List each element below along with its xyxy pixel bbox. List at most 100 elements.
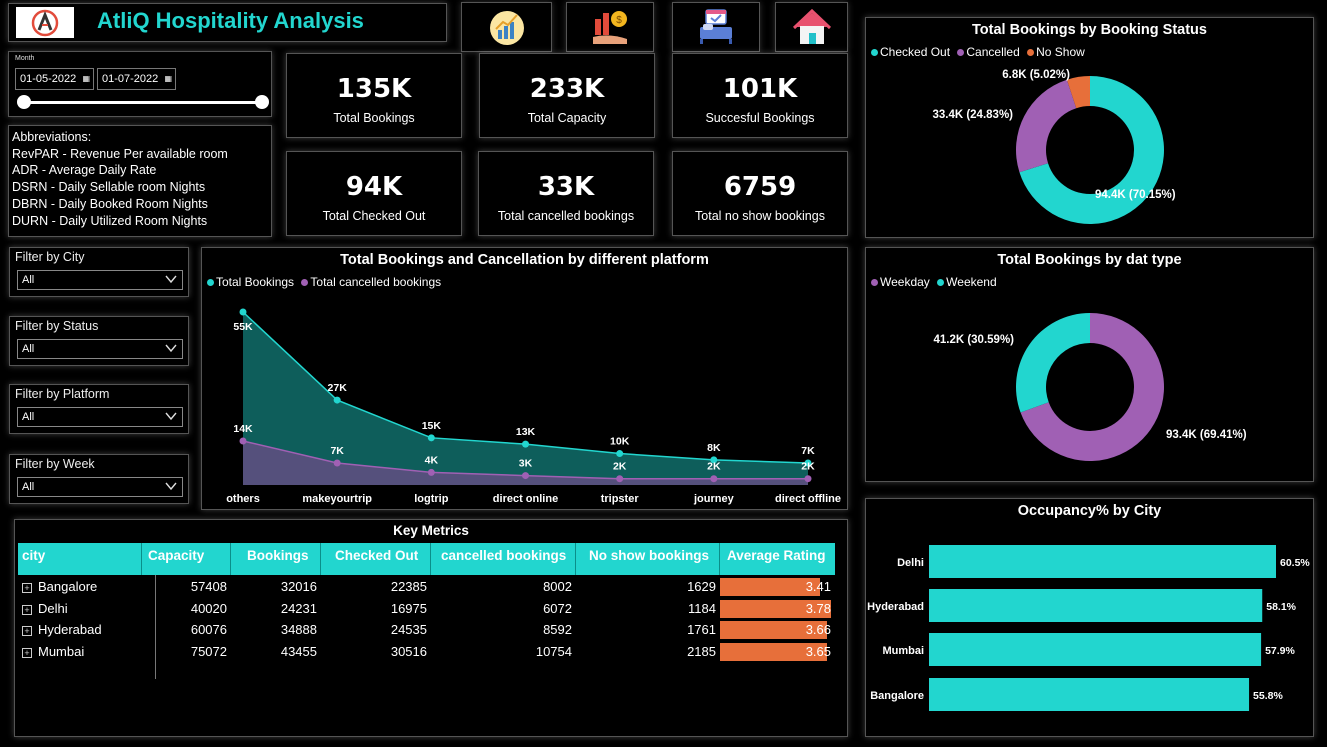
column-header-city[interactable]: city bbox=[18, 543, 142, 575]
expand-icon[interactable]: + bbox=[22, 647, 32, 658]
cancelled-point bbox=[616, 475, 624, 483]
y-tick-label: Mumbai bbox=[882, 645, 924, 657]
home-icon[interactable] bbox=[775, 2, 848, 52]
kpi-card-cancelled: 33K Total cancelled bookings bbox=[478, 151, 654, 236]
cancelled-point bbox=[427, 468, 435, 476]
metric-cell: 32016 bbox=[280, 579, 317, 594]
start-date-value: 01-05-2022 bbox=[20, 73, 77, 85]
chevron-down-icon[interactable] bbox=[165, 342, 177, 354]
chevron-down-icon[interactable] bbox=[165, 273, 177, 285]
metric-cell: 22385 bbox=[390, 579, 427, 594]
cancelled-label: 4K bbox=[425, 454, 439, 466]
abbreviation-item: ADR - Average Daily Rate bbox=[12, 163, 157, 178]
column-header-capacity[interactable]: Capacity bbox=[142, 543, 231, 575]
title-bar: AtliQ Hospitality Analysis bbox=[8, 3, 447, 42]
growth-chart-icon[interactable] bbox=[461, 2, 552, 52]
cancelled-label: 2K bbox=[613, 461, 627, 473]
expand-icon[interactable]: + bbox=[22, 626, 32, 636]
city-name: Bangalore bbox=[38, 579, 98, 594]
donut-data-label: 33.4K (24.83%) bbox=[932, 109, 1013, 121]
x-tick-label: direct online bbox=[493, 493, 558, 505]
calendar-icon[interactable]: ▦ bbox=[164, 74, 172, 83]
slider-start-handle[interactable] bbox=[17, 95, 31, 109]
calendar-icon[interactable]: ▦ bbox=[82, 74, 90, 83]
kpi-value: 135K bbox=[336, 74, 412, 104]
total-bookings-label: 27K bbox=[328, 382, 348, 394]
table-row[interactable]: + Delhi 40020 24231 16975 6072 1184 3.78 bbox=[18, 598, 835, 619]
total-bookings-label: 7K bbox=[801, 445, 815, 457]
metric-cell: 40020 bbox=[190, 600, 227, 616]
total-bookings-label: 55K bbox=[233, 321, 253, 333]
status-dropdown[interactable]: All bbox=[17, 339, 183, 359]
start-date-input[interactable]: 01-05-2022 ▦ bbox=[15, 68, 94, 90]
month-label: Month bbox=[15, 55, 35, 62]
x-tick-label: journey bbox=[693, 493, 735, 505]
total-bookings-label: 13K bbox=[516, 426, 536, 438]
money-bars-icon[interactable]: $ bbox=[566, 2, 654, 52]
rating-cell: 3.41 bbox=[720, 576, 835, 597]
total-bookings-point bbox=[333, 396, 341, 404]
chevron-down-icon[interactable] bbox=[165, 480, 177, 492]
bar-data-label: 57.9% bbox=[1265, 645, 1295, 657]
table-row[interactable]: + Mumbai 75072 43455 30516 10754 2185 3.65 bbox=[18, 641, 835, 662]
bar-data-label: 55.8% bbox=[1253, 690, 1283, 702]
hotel-bed-icon[interactable] bbox=[672, 2, 760, 52]
cancelled-point bbox=[239, 437, 247, 445]
column-header-no-show[interactable]: No show bookings bbox=[576, 543, 720, 575]
occupancy-bar-chart: Occupancy% by City Delhi 60.5% Hyderabad 58… bbox=[865, 498, 1314, 737]
x-tick-label: logtrip bbox=[414, 493, 448, 505]
metric-cell: 10754 bbox=[535, 643, 572, 659]
column-header-checked-out[interactable]: Checked Out bbox=[321, 543, 431, 575]
column-header-rating[interactable]: Average Rating bbox=[720, 543, 835, 575]
rating-cell: 3.66 bbox=[720, 619, 835, 640]
table-row[interactable]: + Hyderabad 60076 34888 24535 8592 1761 3.66 bbox=[18, 619, 835, 640]
donut-data-label: 94.4K (70.15%) bbox=[1095, 189, 1176, 201]
column-header-cancelled[interactable]: cancelled bookings bbox=[431, 543, 576, 575]
metric-cell: 1629 bbox=[687, 579, 716, 594]
metric-cell: 6072 bbox=[543, 600, 572, 616]
metric-cell: 24231 bbox=[280, 600, 317, 616]
total-bookings-point bbox=[522, 440, 529, 448]
kpi-card-total-bookings: 135K Total Bookings bbox=[286, 53, 462, 138]
occupancy-bar bbox=[929, 678, 1250, 711]
slider-end-handle[interactable] bbox=[255, 95, 269, 109]
booking-status-donut-chart: Total Bookings by Booking Status Checked… bbox=[865, 17, 1314, 238]
x-tick-label: makeyourtrip bbox=[302, 493, 372, 505]
total-bookings-label: 15K bbox=[422, 420, 442, 432]
date-range-slider[interactable] bbox=[23, 101, 261, 104]
expand-icon[interactable]: + bbox=[22, 583, 32, 593]
column-header-bookings[interactable]: Bookings bbox=[231, 543, 321, 575]
kpi-label: Total Checked Out bbox=[322, 209, 426, 223]
kpi-card-successful-bookings: 101K Succesful Bookings bbox=[672, 53, 848, 138]
abbreviation-item: DBRN - Daily Booked Room Nights bbox=[12, 196, 208, 211]
abbreviation-item: DSRN - Daily Sellable room Nights bbox=[12, 180, 206, 195]
rating-value: 3.41 bbox=[805, 579, 831, 594]
filter-platform: Filter by Platform All bbox=[9, 384, 189, 434]
cancelled-label: 2K bbox=[801, 461, 815, 473]
donut-slice bbox=[1016, 79, 1077, 173]
end-date-input[interactable]: 01-07-2022 ▦ bbox=[97, 68, 176, 90]
metric-cell: 30516 bbox=[390, 643, 427, 659]
kpi-label: Total Bookings bbox=[333, 111, 415, 125]
x-tick-label: tripster bbox=[601, 493, 640, 505]
kpi-value: 94K bbox=[345, 172, 403, 202]
dropdown-value: All bbox=[22, 274, 35, 286]
chevron-down-icon[interactable] bbox=[165, 410, 177, 422]
platform-area-chart: Total Bookings and Cancellation by diffe… bbox=[201, 247, 848, 510]
week-dropdown[interactable]: All bbox=[17, 477, 183, 497]
kpi-card-no-show: 6759 Total no show bookings bbox=[672, 151, 848, 236]
dropdown-value: All bbox=[22, 343, 35, 355]
kpi-card-checked-out: 94K Total Checked Out bbox=[286, 151, 462, 236]
dropdown-value: All bbox=[22, 411, 35, 423]
month-slicer: Month 01-05-2022 ▦ 01-07-2022 ▦ bbox=[8, 51, 272, 117]
kpi-label: Total Capacity bbox=[527, 111, 607, 125]
platform-dropdown[interactable]: All bbox=[17, 407, 183, 427]
donut-canvas: 93.4K (69.41%) 41.2K (30.59%) bbox=[933, 313, 1247, 461]
metric-cell: 1184 bbox=[688, 600, 716, 616]
y-tick-label: Hyderabad bbox=[867, 601, 924, 613]
table-row[interactable]: + Bangalore 57408 32016 22385 8002 1629 3.41 bbox=[18, 576, 835, 597]
occupancy-bar bbox=[929, 633, 1262, 666]
city-dropdown[interactable]: All bbox=[17, 270, 183, 290]
expand-icon[interactable]: + bbox=[22, 604, 32, 615]
day-type-donut-chart: Total Bookings by dat type Weekday Weeke… bbox=[865, 247, 1314, 482]
